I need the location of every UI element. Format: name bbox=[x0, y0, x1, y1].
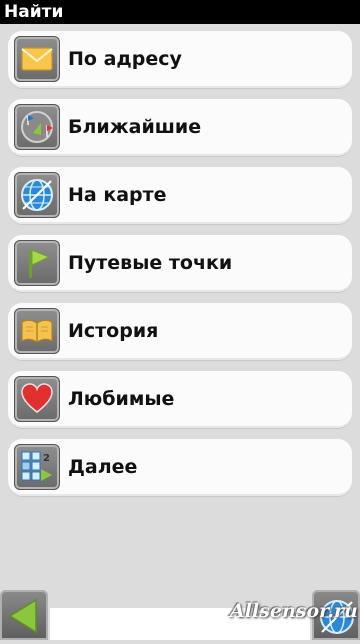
nearby-flags-icon bbox=[14, 104, 60, 150]
menu-item-more[interactable]: 2 Далее bbox=[8, 439, 352, 496]
flag-icon bbox=[14, 240, 60, 286]
menu-item-by-address[interactable]: По адресу bbox=[8, 31, 352, 88]
search-menu: По адресу Ближайшие На карте Путевые точ… bbox=[8, 31, 352, 507]
menu-item-label: Далее bbox=[68, 456, 138, 478]
menu-item-favorites[interactable]: Любимые bbox=[8, 371, 352, 428]
watermark: Allsensor.ru bbox=[230, 600, 358, 622]
menu-item-label: На карте bbox=[68, 184, 167, 206]
globe-icon bbox=[14, 172, 60, 218]
menu-item-label: Путевые точки bbox=[68, 252, 233, 274]
menu-item-on-map[interactable]: На карте bbox=[8, 167, 352, 224]
back-button[interactable] bbox=[0, 590, 48, 640]
heart-icon bbox=[14, 376, 60, 422]
svg-text:2: 2 bbox=[43, 453, 50, 464]
menu-item-nearby[interactable]: Ближайшие bbox=[8, 99, 352, 156]
menu-item-label: Ближайшие bbox=[68, 116, 202, 138]
book-icon bbox=[14, 308, 60, 354]
menu-item-label: По адресу bbox=[68, 48, 182, 70]
menu-item-history[interactable]: История bbox=[8, 303, 352, 360]
menu-item-label: История bbox=[68, 320, 159, 342]
menu-item-waypoints[interactable]: Путевые точки bbox=[8, 235, 352, 292]
more-icon: 2 bbox=[14, 444, 60, 490]
back-arrow-icon bbox=[8, 598, 37, 634]
page-title: Найти bbox=[0, 0, 360, 24]
envelope-icon bbox=[14, 36, 60, 82]
menu-item-label: Любимые bbox=[68, 388, 175, 410]
